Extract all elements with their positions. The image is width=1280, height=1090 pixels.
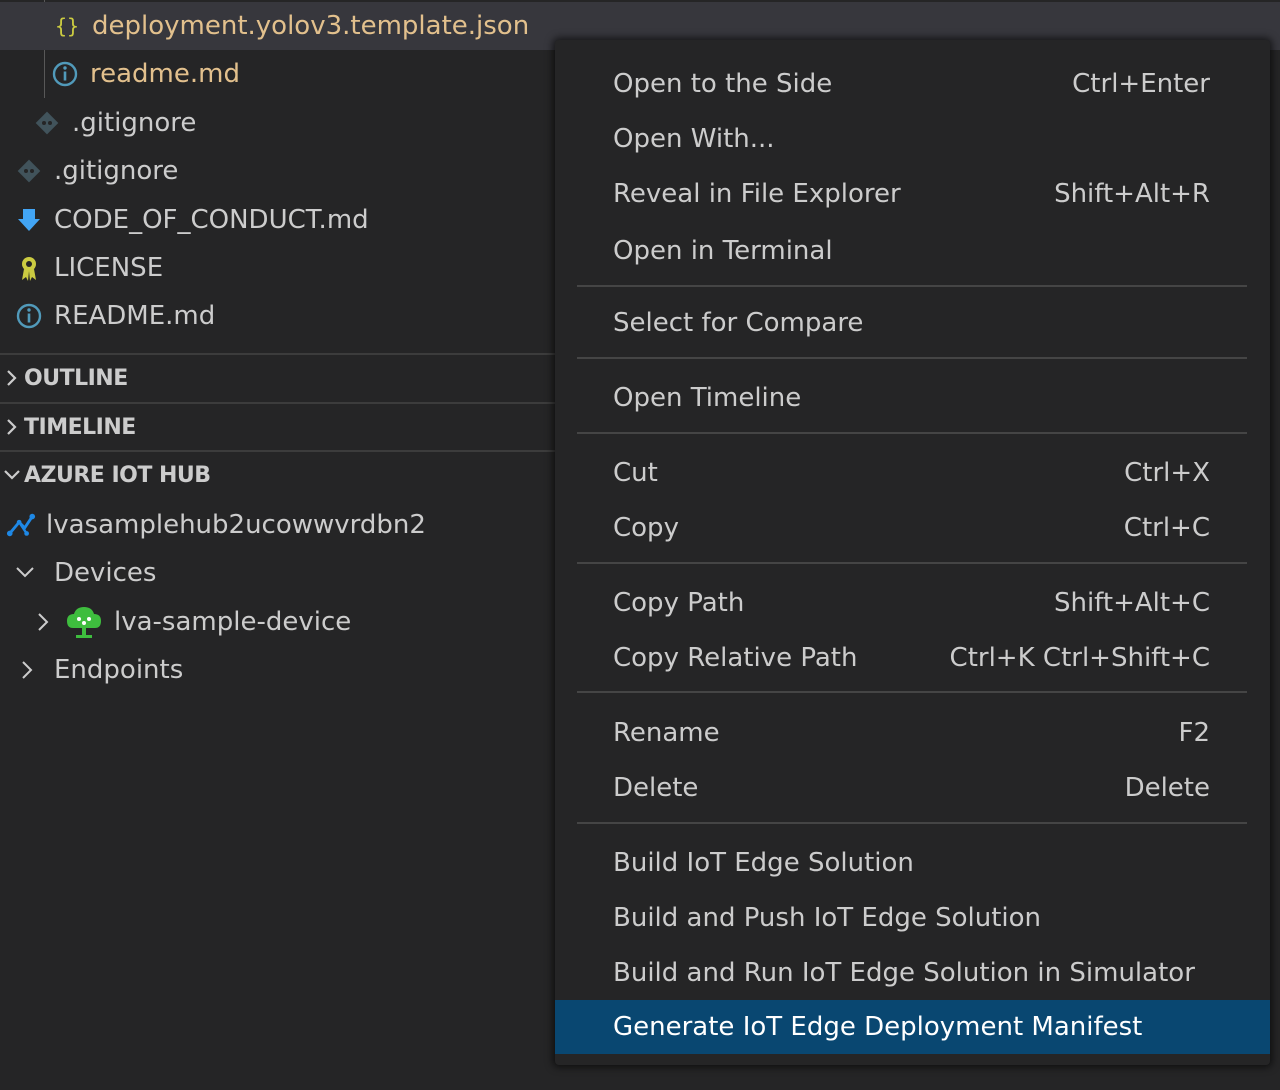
tree-item-label: Endpoints <box>54 655 184 685</box>
svg-text:{}: {} <box>55 14 79 38</box>
menu-item-label: Generate IoT Edge Deployment Manifest <box>613 1012 1143 1042</box>
menu-item-cut[interactable]: Cut Ctrl+X <box>555 445 1270 500</box>
tree-item-devices[interactable]: Devices <box>0 549 555 597</box>
context-menu: Open to the Side Ctrl+Enter Open With...… <box>555 40 1270 1065</box>
menu-item-delete[interactable]: Delete Delete <box>555 760 1270 815</box>
menu-item-rename[interactable]: Rename F2 <box>555 705 1270 760</box>
menu-item-label: Reveal in File Explorer <box>613 178 901 209</box>
git-icon <box>14 156 44 186</box>
file-item-code-of-conduct[interactable]: CODE_OF_CONDUCT.md <box>0 196 555 244</box>
file-item-label: LICENSE <box>54 253 164 283</box>
menu-item-copy[interactable]: Copy Ctrl+C <box>555 500 1270 555</box>
menu-item-shortcut: Ctrl+Enter <box>1072 68 1210 99</box>
menu-item-label: Open in Terminal <box>613 235 833 266</box>
file-item-label: CODE_OF_CONDUCT.md <box>54 205 369 235</box>
menu-item-shortcut: Delete <box>1124 772 1210 803</box>
menu-item-label: Copy <box>613 512 679 543</box>
menu-item-shortcut: Ctrl+X <box>1124 457 1210 488</box>
file-item-label: .gitignore <box>72 108 197 138</box>
iot-hub-icon <box>6 510 36 540</box>
menu-separator <box>577 691 1247 693</box>
file-item-label: readme.md <box>90 59 240 89</box>
menu-item-label: Copy Relative Path <box>613 642 858 673</box>
menu-item-label: Delete <box>613 772 699 803</box>
markdown-arrow-icon <box>14 205 44 235</box>
menu-item-generate-deployment-manifest[interactable]: Generate IoT Edge Deployment Manifest <box>555 1000 1270 1054</box>
menu-item-shortcut: Ctrl+K Ctrl+Shift+C <box>949 642 1210 673</box>
iot-hub-item[interactable]: lvasamplehub2ucowwvrdbn2 <box>0 501 555 549</box>
section-title: TIMELINE <box>24 414 136 440</box>
file-item-readme-upper[interactable]: README.md <box>0 292 555 340</box>
menu-item-label: Cut <box>613 457 658 488</box>
file-item-label: .gitignore <box>54 156 179 186</box>
menu-item-shortcut: Ctrl+C <box>1123 512 1210 543</box>
file-item-license[interactable]: LICENSE <box>0 244 555 292</box>
menu-item-open-in-terminal[interactable]: Open in Terminal <box>555 223 1270 278</box>
menu-item-shortcut: Shift+Alt+R <box>1054 178 1210 209</box>
file-item-gitignore-nested[interactable]: .gitignore <box>0 99 555 147</box>
menu-item-open-timeline[interactable]: Open Timeline <box>555 370 1270 425</box>
menu-item-shortcut: Shift+Alt+C <box>1053 587 1210 618</box>
menu-item-label: Build and Run IoT Edge Solution in Simul… <box>613 957 1195 988</box>
menu-item-open-with[interactable]: Open With... <box>555 111 1270 166</box>
device-name: lva-sample-device <box>114 607 352 637</box>
file-item-label: deployment.yolov3.template.json <box>92 11 530 41</box>
menu-item-label: Build IoT Edge Solution <box>613 847 914 878</box>
section-timeline[interactable]: TIMELINE <box>0 402 555 450</box>
section-title: AZURE IOT HUB <box>24 462 211 488</box>
section-azure-iot-hub[interactable]: AZURE IOT HUB <box>0 450 555 498</box>
git-icon <box>32 108 62 138</box>
menu-item-copy-path[interactable]: Copy Path Shift+Alt+C <box>555 575 1270 630</box>
chevron-right-icon <box>0 369 24 387</box>
menu-separator <box>577 432 1247 434</box>
menu-item-label: Build and Push IoT Edge Solution <box>613 902 1042 933</box>
chevron-right-icon <box>0 418 24 436</box>
iot-hub-name: lvasamplehub2ucowwvrdbn2 <box>46 510 426 540</box>
menu-item-label: Rename <box>613 717 720 748</box>
section-outline[interactable]: OUTLINE <box>0 353 555 401</box>
menu-item-label: Select for Compare <box>613 307 864 338</box>
file-item-label: README.md <box>54 301 216 331</box>
file-item-readme-lower[interactable]: readme.md <box>0 50 555 98</box>
menu-separator <box>577 357 1247 359</box>
menu-item-build-and-push-iot-edge-solution[interactable]: Build and Push IoT Edge Solution <box>555 890 1270 945</box>
menu-separator <box>577 562 1247 564</box>
menu-item-select-for-compare[interactable]: Select for Compare <box>555 295 1270 350</box>
chevron-down-icon <box>0 468 24 482</box>
menu-item-copy-relative-path[interactable]: Copy Relative Path Ctrl+K Ctrl+Shift+C <box>555 630 1270 685</box>
menu-item-label: Open to the Side <box>613 68 833 99</box>
file-item-gitignore-root[interactable]: .gitignore <box>0 147 555 195</box>
section-title: OUTLINE <box>24 365 128 391</box>
menu-item-reveal-in-explorer[interactable]: Reveal in File Explorer Shift+Alt+R <box>555 166 1270 221</box>
chevron-right-icon <box>14 655 40 685</box>
menu-item-label: Copy Path <box>613 587 745 618</box>
iot-device-icon <box>64 604 104 640</box>
menu-item-label: Open With... <box>613 123 775 154</box>
tree-item-endpoints[interactable]: Endpoints <box>0 646 555 694</box>
license-ribbon-icon <box>14 253 44 283</box>
menu-item-build-and-run-in-simulator[interactable]: Build and Run IoT Edge Solution in Simul… <box>555 945 1270 1000</box>
chevron-down-icon <box>10 558 40 588</box>
tree-item-device[interactable]: lva-sample-device <box>0 598 555 646</box>
menu-item-build-iot-edge-solution[interactable]: Build IoT Edge Solution <box>555 835 1270 890</box>
menu-item-label: Open Timeline <box>613 382 802 413</box>
menu-separator <box>577 285 1247 287</box>
menu-separator <box>577 822 1247 824</box>
info-icon <box>14 301 44 331</box>
info-icon <box>50 59 80 89</box>
chevron-right-icon <box>32 607 54 637</box>
menu-item-open-to-side[interactable]: Open to the Side Ctrl+Enter <box>555 56 1270 111</box>
tree-item-label: Devices <box>54 558 157 588</box>
json-braces-icon: {} <box>52 11 82 41</box>
menu-item-shortcut: F2 <box>1178 717 1211 748</box>
